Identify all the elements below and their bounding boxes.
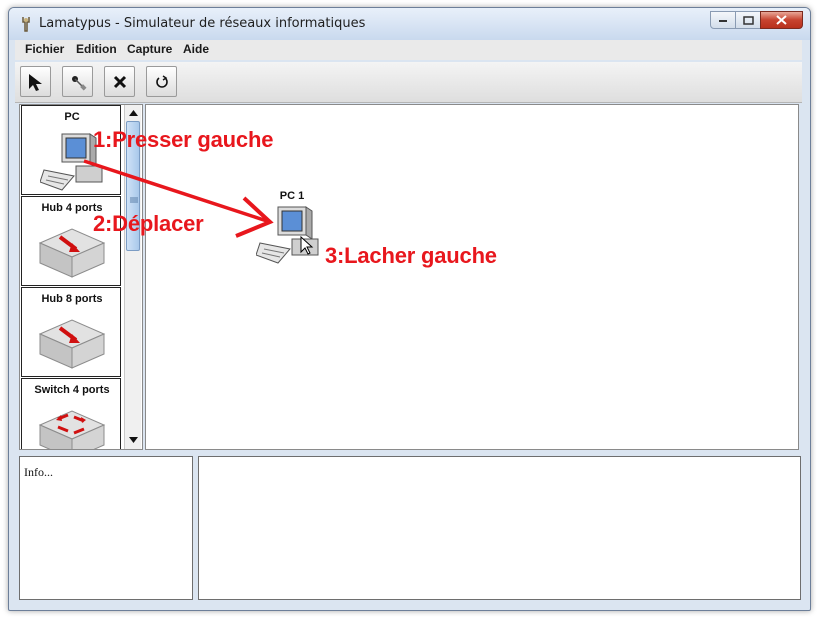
annotation-step-1: 1:Presser gauche (93, 127, 274, 152)
window-title: Lamatypus - Simulateur de réseaux inform… (39, 16, 366, 31)
node-label: PC 1 (279, 190, 305, 202)
switch-icon (38, 410, 106, 449)
connect-tool-button[interactable] (62, 66, 93, 97)
pointer-arrow-icon (28, 73, 42, 91)
title-bar[interactable]: Lamatypus - Simulateur de réseaux inform… (9, 8, 810, 40)
caret-down-icon (128, 437, 138, 443)
network-canvas[interactable]: PC 1 (145, 104, 799, 450)
close-button[interactable] (760, 11, 803, 29)
info-panel: Info... (19, 456, 193, 600)
palette-item-switch-4[interactable]: Switch 4 ports (21, 378, 121, 449)
palette-item-label: Hub 8 ports (41, 293, 103, 305)
palette-scrollbar[interactable] (124, 105, 141, 449)
caret-up-icon (128, 110, 138, 116)
scroll-up-arrow[interactable] (125, 105, 141, 121)
minimize-button[interactable] (710, 11, 736, 29)
cable-connect-icon (71, 75, 87, 91)
grip-icon (130, 197, 138, 203)
minimize-icon (719, 20, 727, 22)
refresh-icon (155, 74, 168, 88)
menu-fichier[interactable]: Fichier (25, 42, 64, 56)
refresh-button[interactable] (146, 66, 177, 97)
scroll-down-arrow[interactable] (125, 432, 141, 448)
hub-icon (38, 319, 106, 369)
info-text: Info... (24, 465, 53, 479)
canvas-node-pc-1[interactable]: PC 1 (252, 190, 332, 270)
close-icon (776, 15, 787, 25)
maximize-button[interactable] (735, 11, 761, 29)
app-window: Lamatypus - Simulateur de réseaux inform… (8, 7, 811, 611)
annotation-step-2: 2:Déplacer (93, 211, 204, 236)
menu-edition[interactable]: Edition (76, 42, 117, 56)
menu-aide[interactable]: Aide (183, 42, 209, 56)
device-palette: PC Hub 4 ports Hub 8 ports Switch 4 port… (19, 104, 143, 450)
palette-item-label: PC (64, 111, 80, 123)
toolbar (15, 62, 802, 103)
delete-tool-button[interactable] (104, 66, 135, 97)
menu-capture[interactable]: Capture (127, 42, 172, 56)
maximize-icon (742, 15, 754, 25)
menu-bar: Fichier Edition Capture Aide (15, 40, 802, 60)
select-tool-button[interactable] (20, 66, 51, 97)
palette-item-hub-4[interactable]: Hub 4 ports (21, 196, 121, 286)
mouse-cursor-icon (300, 236, 314, 255)
palette-item-label: Switch 4 ports (34, 384, 110, 396)
delete-x-icon (113, 75, 126, 88)
detail-panel (198, 456, 801, 600)
annotation-step-3: 3:Lacher gauche (325, 243, 497, 268)
palette-item-hub-8[interactable]: Hub 8 ports (21, 287, 121, 377)
app-logo-icon (22, 17, 30, 32)
